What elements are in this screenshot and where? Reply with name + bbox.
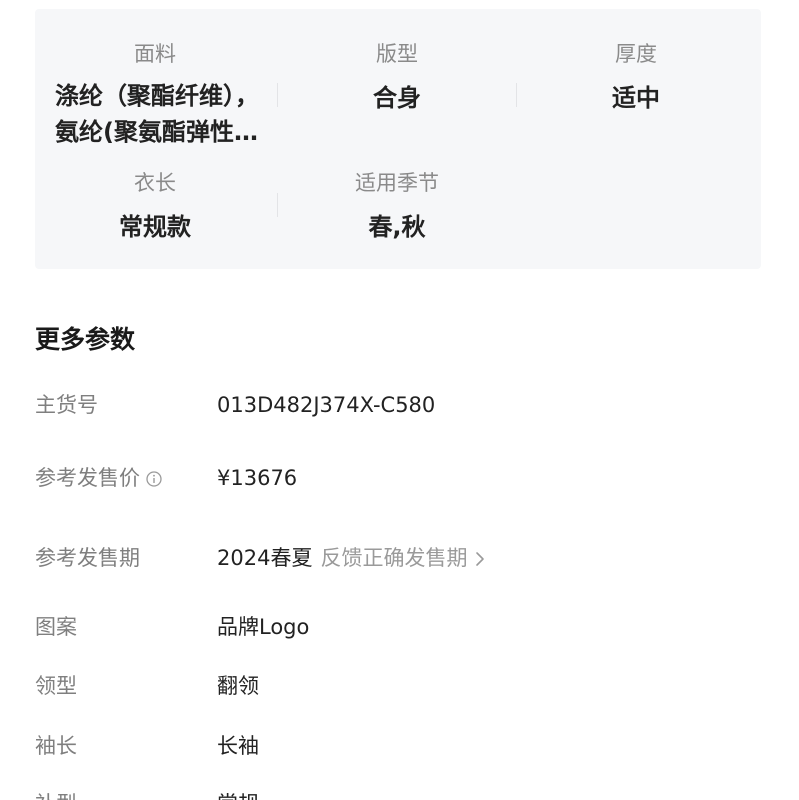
param-label: 领型 (35, 674, 77, 698)
attr-length: 衣长 常规款 (35, 169, 275, 245)
param-label-text: 参考发售价 (35, 466, 140, 490)
param-value: ¥13676 (217, 466, 298, 490)
param-label: 图案 (35, 615, 77, 639)
param-value: 长袖 (217, 734, 259, 758)
param-value: 常规 (217, 786, 259, 800)
param-value: 翻领 (217, 674, 259, 698)
attr-fabric-label: 面料 (134, 42, 176, 66)
more-params-title: 更多参数 (35, 325, 136, 354)
param-row-reference-price: 参考发售价 ¥13676 (35, 460, 765, 496)
param-row-style-number: 主货号 013D482J374X-C580 (35, 387, 765, 423)
attribute-summary-card: 面料 涤纶（聚酯纤维）， 氨纶(聚氨酯弹性… 版型 合身 厚度 适中 衣长 常规… (35, 9, 761, 269)
attr-season-label: 适用季节 (355, 171, 439, 195)
param-row-collar: 领型 翻领 (35, 668, 765, 704)
attr-season: 适用季节 春,秋 (277, 169, 517, 245)
param-row-sleeve-length: 袖长 长袖 (35, 728, 765, 764)
release-period-value: 2024春夏 (217, 546, 313, 570)
attr-fit-label: 版型 (376, 42, 418, 66)
param-label: 袖长 (35, 734, 77, 758)
attr-thickness: 厚度 适中 (516, 40, 756, 116)
param-value-with-link: 2024春夏 反馈正确发售期 (217, 540, 485, 576)
attr-fabric-value-line1: 涤纶（聚酯纤维）， (55, 82, 259, 110)
param-label-with-icon: 参考发售价 (35, 460, 162, 496)
feedback-link-label: 反馈正确发售期 (320, 546, 468, 570)
param-label: 补型 (35, 786, 77, 800)
chevron-right-icon (476, 552, 485, 566)
param-row-cut: 补型 常规 (35, 786, 765, 800)
attr-fabric-value: 涤纶（聚酯纤维）， 氨纶(聚氨酯弹性… (35, 78, 275, 150)
feedback-release-period-link[interactable]: 反馈正确发售期 (320, 546, 485, 570)
param-row-release-period: 参考发售期 2024春夏 反馈正确发售期 (35, 540, 765, 576)
attr-fit-value: 合身 (373, 84, 421, 112)
attr-length-label: 衣长 (134, 171, 176, 195)
attr-thickness-label: 厚度 (615, 42, 657, 66)
param-value: 013D482J374X-C580 (217, 393, 436, 417)
attr-thickness-value: 适中 (612, 84, 660, 112)
param-row-pattern: 图案 品牌Logo (35, 609, 765, 645)
param-label: 主货号 (35, 393, 98, 417)
info-icon[interactable] (146, 471, 162, 487)
param-value: 品牌Logo (217, 615, 310, 639)
attr-season-value: 春,秋 (368, 213, 426, 241)
attr-fabric-value-line2: 氨纶(聚氨酯弹性… (55, 118, 258, 146)
attr-length-value: 常规款 (119, 213, 191, 241)
attr-fabric: 面料 涤纶（聚酯纤维）， 氨纶(聚氨酯弹性… (35, 40, 275, 150)
attr-fit: 版型 合身 (277, 40, 517, 116)
param-label: 参考发售期 (35, 546, 140, 570)
product-params-page: 面料 涤纶（聚酯纤维）， 氨纶(聚氨酯弹性… 版型 合身 厚度 适中 衣长 常规… (0, 0, 799, 800)
